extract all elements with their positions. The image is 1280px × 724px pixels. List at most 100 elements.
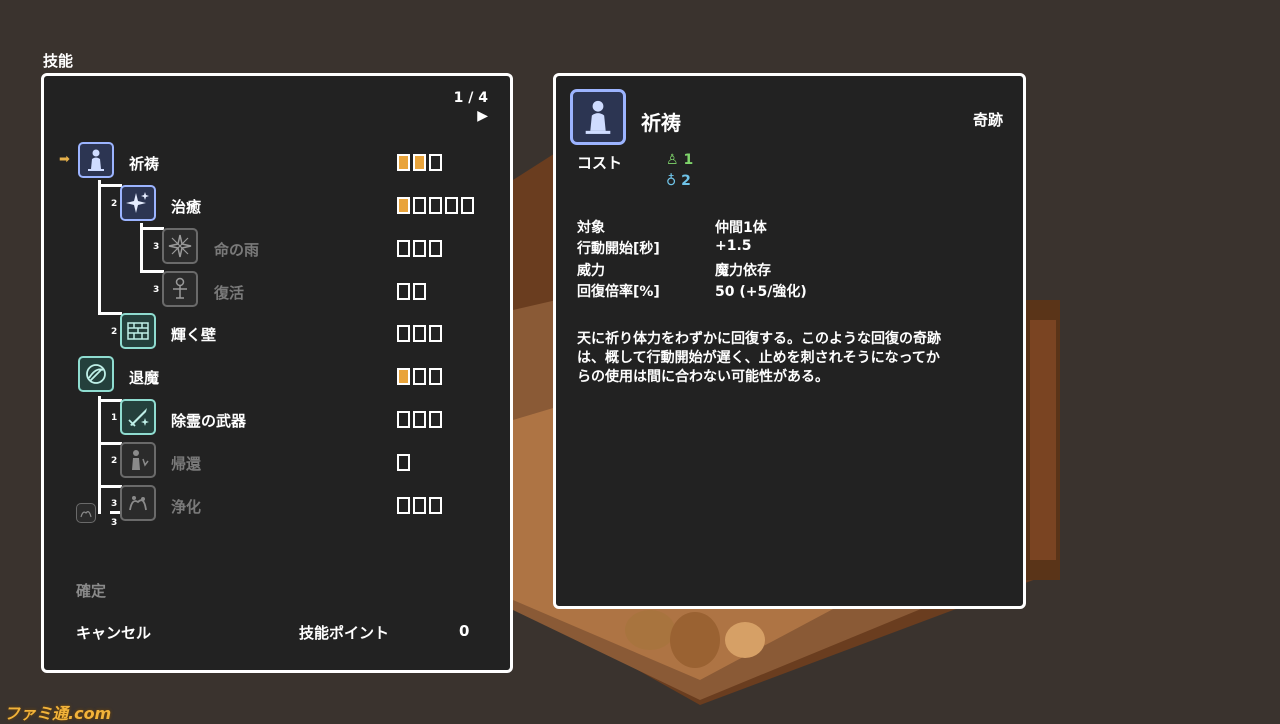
gauge-pip-filled xyxy=(413,154,426,171)
skill-level-gauge xyxy=(397,154,442,171)
skill-points-label: 技能ポイント xyxy=(299,624,390,642)
gauge-pip xyxy=(429,197,442,214)
skill-row-return[interactable]: 2 帰還 xyxy=(44,442,510,482)
skill-detail-panel: 祈祷 奇跡 コスト ♙ 1 ♁ 2 対象 仲間1体 行動開始[秒] +1.5 威… xyxy=(553,73,1026,609)
skill-row-heal[interactable]: 2 治癒 xyxy=(44,185,510,225)
return-icon xyxy=(120,442,156,478)
detail-skill-category: 奇跡 xyxy=(972,111,1003,129)
skill-name: 命の雨 xyxy=(214,241,260,259)
gauge-pip xyxy=(413,497,426,514)
detail-skill-title: 祈祷 xyxy=(641,111,681,135)
skill-name: 帰還 xyxy=(171,455,202,473)
description-line: 天に祈り体力をわずかに回復する。このような回復の奇跡 xyxy=(577,331,941,347)
mana-icon: ♁ xyxy=(666,173,677,189)
gauge-pip xyxy=(429,411,442,428)
skill-tier-number: 2 xyxy=(111,199,118,209)
gauge-pip xyxy=(413,368,426,385)
gauge-pip xyxy=(461,197,474,214)
gauge-pip xyxy=(397,454,410,471)
skill-name: 復活 xyxy=(214,284,245,302)
gauge-pip xyxy=(397,325,410,342)
skill-level-gauge xyxy=(397,283,426,300)
gauge-pip xyxy=(413,283,426,300)
skill-points-value: 0 xyxy=(459,622,470,640)
gauge-pip xyxy=(445,197,458,214)
skill-name: 輝く壁 xyxy=(171,326,217,344)
skill-tier-number: 3 xyxy=(111,499,118,509)
cancel-button[interactable]: キャンセル xyxy=(76,622,151,643)
skill-level-gauge xyxy=(397,497,442,514)
skill-description: 天に祈り体力をわずかに回復する。このような回復の奇跡 は、概して行動開始が遅く、… xyxy=(577,330,1007,387)
skill-name: 除霊の武器 xyxy=(171,412,247,430)
skill-level-gauge xyxy=(397,411,442,428)
skill-tree-panel: 1 / 4 ▶ ➡ 祈祷 2 治癒 3 命の雨 3 復活 2 輝く壁 退魔 1 … xyxy=(41,73,513,673)
site-watermark: ファミ通.com xyxy=(4,704,112,723)
screen-title: 技能 xyxy=(43,52,74,70)
sub-skill-icon[interactable] xyxy=(76,503,96,523)
skill-row-revive[interactable]: 3 復活 xyxy=(44,271,510,311)
skill-name: 浄化 xyxy=(171,498,202,516)
skill-level-gauge xyxy=(397,197,474,214)
purify-icon xyxy=(120,485,156,521)
stat-label: 対象 xyxy=(577,220,605,236)
gauge-pip xyxy=(429,240,442,257)
skill-level-gauge xyxy=(397,325,442,342)
gauge-pip xyxy=(429,368,442,385)
stat-value: 仲間1体 xyxy=(715,220,767,236)
gauge-pip xyxy=(397,497,410,514)
gauge-pip xyxy=(397,411,410,428)
skill-name: 治癒 xyxy=(171,198,202,216)
gauge-pip xyxy=(413,411,426,428)
skill-name: 退魔 xyxy=(129,369,160,387)
skill-level-gauge xyxy=(397,454,410,471)
gauge-pip-filled xyxy=(397,154,410,171)
skill-row-exorcism[interactable]: 退魔 xyxy=(44,356,510,396)
gauge-pip xyxy=(397,240,410,257)
gauge-pip-filled xyxy=(397,197,410,214)
skill-tier-number: 1 xyxy=(111,413,118,423)
cost-label: コスト xyxy=(577,154,623,172)
stat-value: +1.5 xyxy=(715,238,752,254)
skill-tier-number: 2 xyxy=(111,456,118,466)
stat-label: 行動開始[秒] xyxy=(577,241,660,257)
description-line: らの使用は間に合わない可能性がある。 xyxy=(577,369,829,385)
confirm-button[interactable]: 確定 xyxy=(76,580,106,601)
gauge-pip xyxy=(413,197,426,214)
sparkle-icon xyxy=(120,185,156,221)
skill-row-prayer[interactable]: 祈祷 xyxy=(44,142,510,182)
stat-label: 威力 xyxy=(577,263,605,279)
gauge-pip xyxy=(429,497,442,514)
gauge-pip xyxy=(397,283,410,300)
skill-row-exorcist-weapon[interactable]: 1 除霊の武器 xyxy=(44,399,510,439)
holy-sword-icon xyxy=(120,399,156,435)
gauge-pip xyxy=(429,325,442,342)
description-line: は、概して行動開始が遅く、止めを刺されそうになってか xyxy=(577,350,940,366)
skill-tier-number: 3 xyxy=(153,285,160,295)
revive-icon xyxy=(162,271,198,307)
skill-row-shining-wall[interactable]: 2 輝く壁 xyxy=(44,313,510,353)
skill-tier-number: 2 xyxy=(111,327,118,337)
skill-tier-number: 3 xyxy=(153,242,160,252)
stamina-cost-value: 1 xyxy=(683,152,694,168)
next-page-arrow-icon[interactable]: ▶ xyxy=(477,108,488,124)
skill-tier-number: 3 xyxy=(111,518,118,528)
skill-name: 祈祷 xyxy=(129,155,160,173)
prayer-icon xyxy=(78,142,114,178)
skill-level-gauge xyxy=(397,240,442,257)
gauge-pip xyxy=(413,240,426,257)
starburst-icon xyxy=(162,228,198,264)
stat-value: 50 (+5/強化) xyxy=(715,284,807,300)
gauge-pip-filled xyxy=(397,368,410,385)
mana-cost: ♁ 2 xyxy=(666,173,691,189)
mana-cost-value: 2 xyxy=(681,173,691,189)
gauge-pip xyxy=(429,154,442,171)
skill-row-rain-of-life[interactable]: 3 命の雨 xyxy=(44,228,510,268)
stamina-icon: ♙ xyxy=(666,152,679,168)
skill-level-gauge xyxy=(397,368,442,385)
exorcism-icon xyxy=(78,356,114,392)
wall-icon xyxy=(120,313,156,349)
prayer-icon xyxy=(570,89,626,145)
page-indicator: 1 / 4 xyxy=(453,90,488,106)
stat-value: 魔力依存 xyxy=(715,263,771,279)
gauge-pip xyxy=(413,325,426,342)
